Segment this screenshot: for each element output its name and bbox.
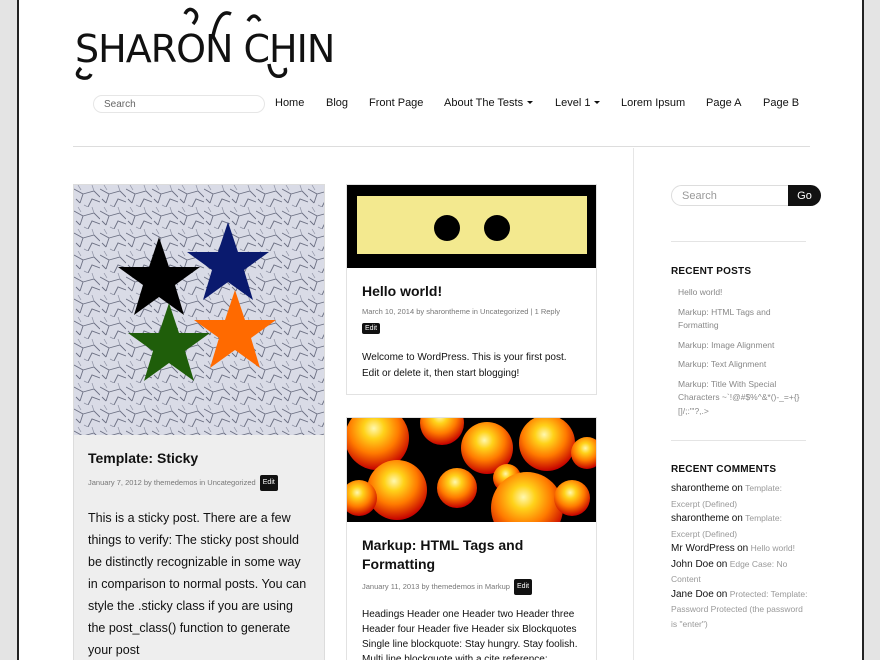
edit-button[interactable]: Edit (259, 475, 278, 491)
post-author[interactable]: themedemos (432, 582, 475, 591)
post-card-hello-world: Hello world! March 10, 2014 by sharonthe… (346, 184, 597, 395)
post-date[interactable]: January 11, 2013 (362, 582, 419, 591)
post-excerpt: Welcome to WordPress. This is your first… (362, 352, 567, 379)
sidebar-search-input[interactable] (671, 185, 789, 206)
post-meta: January 11, 2013 by themedemos in Markup… (362, 579, 581, 595)
post-meta: January 7, 2012 by themedemos in Uncateg… (88, 475, 310, 491)
post-replies-link[interactable]: 1 Reply (535, 307, 560, 316)
site-logo-graphic: SHARON CHIN (75, 7, 335, 80)
recent-comments-title: RECENT COMMENTS (671, 464, 777, 475)
nav-item-blog[interactable]: Blog (326, 97, 348, 109)
nav-item-lorem-ipsum[interactable]: Lorem Ipsum (621, 97, 685, 109)
post-title[interactable]: Hello world! (362, 282, 581, 301)
page: SHARON CHIN Home Blog Front Page About T… (17, 0, 864, 660)
post-title[interactable]: Markup: HTML Tags and Formatting (362, 536, 581, 574)
list-item: sharontheme on Template: Excerpt (Define… (671, 513, 782, 539)
sidebar-divider-1 (671, 241, 806, 242)
site-title: SHARON CHIN (75, 27, 333, 71)
post-title[interactable]: Template: Sticky (88, 449, 310, 468)
post-category[interactable]: Uncategorized (207, 478, 255, 487)
list-item[interactable]: Markup: Text Alignment (678, 358, 813, 372)
nav-item-home[interactable]: Home (275, 97, 304, 109)
caret-down-icon (527, 101, 534, 104)
post-date[interactable]: January 7, 2012 (88, 478, 142, 487)
recent-posts-title: RECENT POSTS (671, 266, 752, 277)
stars-image (74, 185, 324, 435)
post-thumbnail[interactable] (347, 418, 596, 522)
nav-item-front-page[interactable]: Front Page (369, 97, 423, 109)
post-category[interactable]: Markup (485, 582, 510, 591)
spheres-image (347, 418, 596, 522)
nav-item-level-1[interactable]: Level 1 (555, 97, 601, 109)
header-search-input[interactable] (93, 95, 265, 113)
post-excerpt: This is a sticky post. There are a few t… (88, 511, 307, 657)
sidebar-divider-2 (671, 440, 806, 441)
list-item: John Doe on Edge Case: No Content (671, 558, 788, 585)
banner-image (347, 185, 596, 268)
header-divider (73, 146, 810, 147)
list-item: Jane Doe on Protected: Template: Passwor… (671, 588, 808, 629)
list-item[interactable]: Hello world! (678, 286, 813, 300)
post-meta: March 10, 2014 by sharontheme in Uncateg… (362, 307, 560, 316)
sidebar-divider (633, 148, 634, 660)
list-item[interactable]: Markup: HTML Tags and Formatting (678, 306, 813, 333)
post-author[interactable]: sharontheme (426, 307, 470, 316)
post-date[interactable]: March 10, 2014 (362, 307, 414, 316)
recent-comments-list: sharontheme on Template: Excerpt (Define… (671, 481, 811, 631)
edit-button[interactable]: Edit (362, 323, 381, 335)
post-card-markup-html: Markup: HTML Tags and Formatting January… (346, 417, 597, 660)
nav-item-about-the-tests[interactable]: About The Tests (444, 97, 534, 109)
post-card-sticky: Template: Sticky January 7, 2012 by them… (73, 184, 325, 660)
caret-down-icon (594, 101, 601, 104)
list-item[interactable]: Markup: Title With Special Characters ~`… (678, 378, 813, 419)
recent-posts-list: Hello world! Markup: HTML Tags and Forma… (678, 286, 813, 424)
post-category[interactable]: Uncategorized (480, 307, 528, 316)
list-item[interactable]: Markup: Image Alignment (678, 339, 813, 353)
post-excerpt: Headings Header one Header two Header th… (362, 609, 578, 660)
list-item: Mr WordPress on Hello world! (671, 543, 795, 554)
post-thumbnail[interactable] (347, 185, 596, 268)
post-thumbnail[interactable] (74, 185, 324, 435)
edit-button[interactable]: Edit (514, 579, 533, 595)
site-logo[interactable]: SHARON CHIN (73, 6, 335, 85)
sidebar-search-go-button[interactable]: Go (788, 185, 821, 206)
list-item: sharontheme on Template: Excerpt (Define… (671, 483, 782, 509)
nav-item-page-a[interactable]: Page A (706, 97, 741, 109)
nav-item-page-b[interactable]: Page B (763, 97, 799, 109)
post-author[interactable]: themedemos (154, 478, 197, 487)
